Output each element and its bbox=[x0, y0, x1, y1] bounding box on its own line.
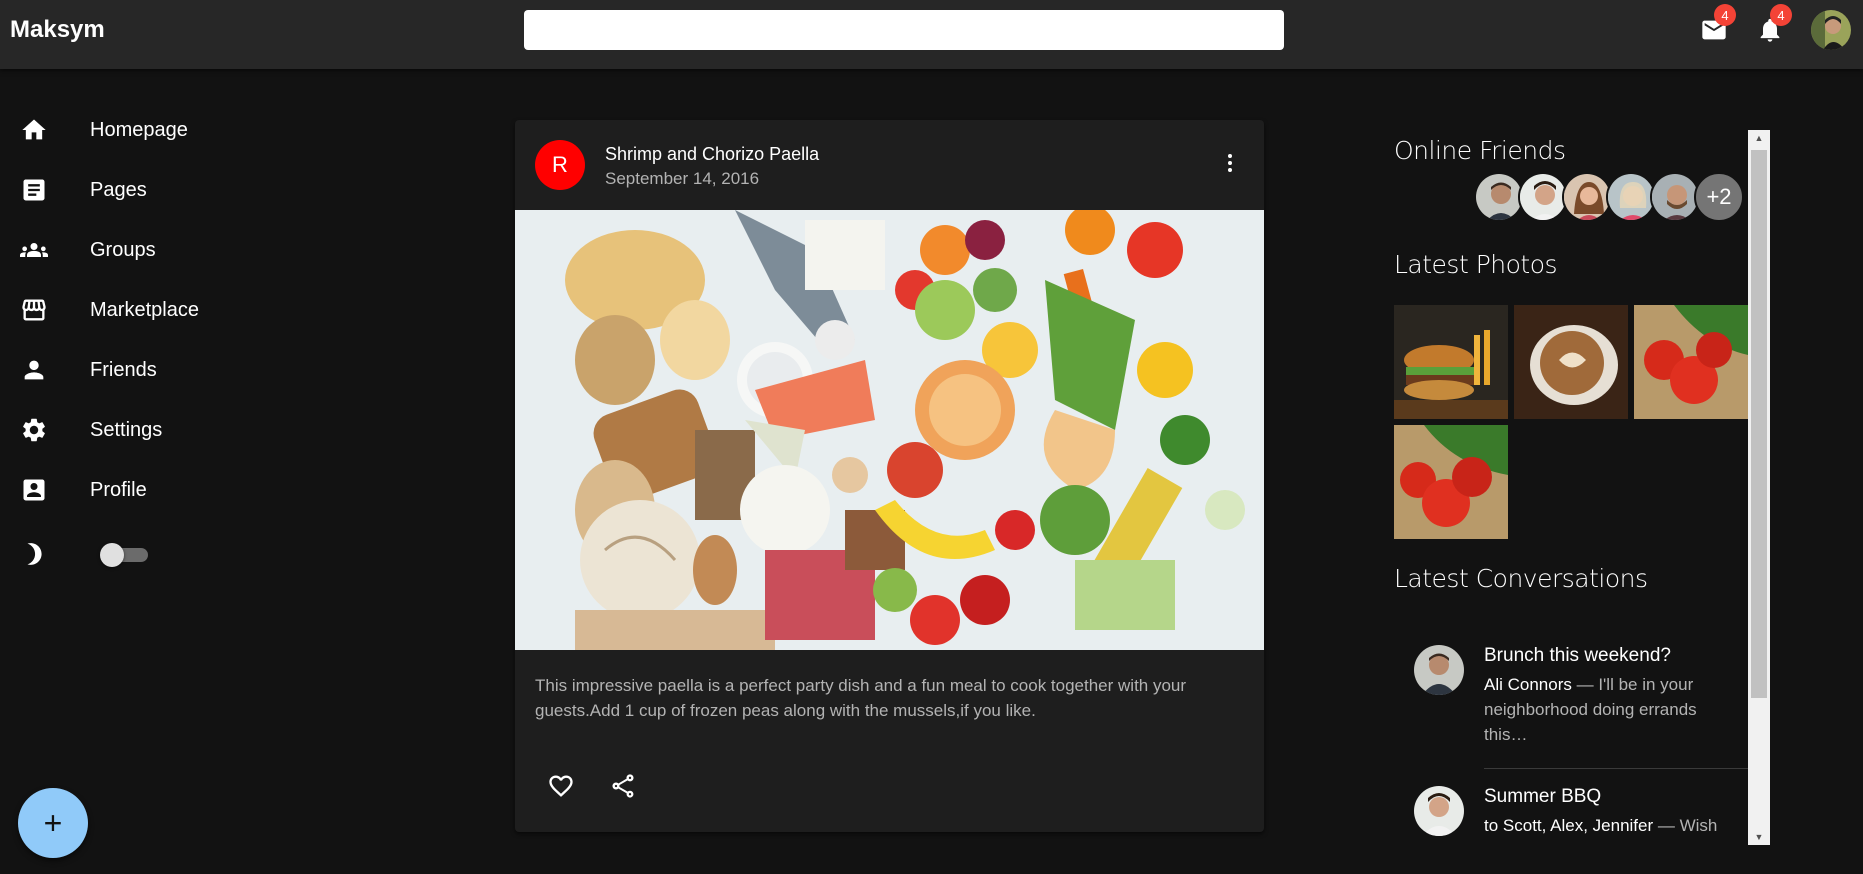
search-input[interactable] bbox=[524, 10, 1284, 50]
online-friends-group: +2 bbox=[1474, 172, 1744, 222]
sidebar-item-label: Friends bbox=[90, 358, 157, 381]
right-panel-scrollbar[interactable]: ▲ ▼ bbox=[1748, 130, 1770, 845]
sidebar-item-label: Homepage bbox=[90, 118, 188, 141]
post-title: Shrimp and Chorizo Paella bbox=[605, 144, 820, 164]
sidebar-item-homepage[interactable]: Homepage bbox=[0, 106, 300, 154]
conversation-preview: to Scott, Alex, Jennifer — Wish bbox=[1484, 813, 1754, 838]
user-avatar-image bbox=[1811, 10, 1851, 50]
person-icon bbox=[20, 356, 48, 384]
online-friends-heading: Online Friends bbox=[1394, 136, 1566, 165]
conversation-title: Summer BBQ bbox=[1484, 786, 1602, 807]
dark-mode-toggle[interactable] bbox=[100, 542, 150, 567]
share-button[interactable] bbox=[603, 766, 643, 806]
conversation-avatar bbox=[1414, 786, 1464, 836]
photo-thumbnail[interactable] bbox=[1514, 305, 1628, 419]
app-bar: Maksym 4 4 bbox=[0, 0, 1863, 69]
sidebar-item-marketplace[interactable]: Marketplace bbox=[0, 286, 300, 334]
favorite-button[interactable] bbox=[541, 766, 581, 806]
conversation-sender: to Scott, Alex, Jennifer bbox=[1484, 816, 1654, 835]
notification-badge: 4 bbox=[1770, 4, 1792, 26]
conversation-preview: Ali Connors — I'll be in your neighborho… bbox=[1484, 672, 1734, 747]
sidebar-item-friends[interactable]: Friends bbox=[0, 346, 300, 394]
post-avatar: R bbox=[535, 140, 585, 190]
sidebar-item-profile[interactable]: Profile bbox=[0, 466, 300, 514]
user-avatar[interactable] bbox=[1811, 10, 1851, 50]
sidebar-item-pages[interactable]: Pages bbox=[0, 166, 300, 214]
conversation-preview-text: — Wish bbox=[1653, 816, 1718, 835]
sidebar-item-label: Marketplace bbox=[90, 298, 199, 321]
post-card: R Shrimp and Chorizo Paella September 14… bbox=[515, 120, 1264, 832]
notifications-button[interactable]: 4 bbox=[1750, 4, 1792, 50]
photo-thumbnail[interactable] bbox=[1634, 305, 1748, 419]
storefront-icon bbox=[20, 296, 48, 324]
heart-icon bbox=[549, 775, 573, 797]
right-panel: Online Friends +2 Latest Photos Latest C… bbox=[1394, 130, 1770, 845]
friend-avatar[interactable] bbox=[1606, 172, 1656, 222]
latest-conversations-heading: Latest Conversations bbox=[1394, 564, 1648, 593]
mail-badge: 4 bbox=[1714, 4, 1736, 26]
more-friends-badge[interactable]: +2 bbox=[1694, 172, 1744, 222]
scroll-up-arrow-icon[interactable]: ▲ bbox=[1748, 130, 1770, 146]
article-icon bbox=[20, 176, 48, 204]
sidebar-item-label: Pages bbox=[90, 178, 147, 201]
conversation-divider bbox=[1484, 768, 1754, 769]
latest-photos-heading: Latest Photos bbox=[1394, 250, 1558, 279]
photo-thumbnail[interactable] bbox=[1394, 425, 1508, 539]
sidebar-item-label: Settings bbox=[90, 418, 163, 441]
conversation-item[interactable]: Summer BBQ to Scott, Alex, Jennifer — Wi… bbox=[1394, 786, 1744, 845]
mail-button[interactable]: 4 bbox=[1694, 4, 1736, 50]
friend-avatar[interactable] bbox=[1650, 172, 1700, 222]
conversation-sender: Ali Connors bbox=[1484, 675, 1572, 694]
sidebar-item-label: Profile bbox=[90, 478, 147, 501]
account-box-icon bbox=[20, 476, 48, 504]
scroll-down-arrow-icon[interactable]: ▼ bbox=[1748, 829, 1770, 845]
toggle-thumb bbox=[100, 543, 124, 567]
friend-avatar[interactable] bbox=[1474, 172, 1524, 222]
food-image bbox=[515, 210, 1264, 650]
photo-thumbnail[interactable] bbox=[1394, 305, 1508, 419]
sidebar-item-settings[interactable]: Settings bbox=[0, 406, 300, 454]
sidebar-item-label: Groups bbox=[90, 238, 156, 261]
add-button[interactable]: + bbox=[18, 788, 88, 858]
dark-mode-row bbox=[0, 530, 300, 578]
conversation-avatar bbox=[1414, 645, 1464, 695]
moon-icon bbox=[20, 540, 48, 568]
post-image bbox=[515, 210, 1264, 650]
app-title[interactable]: Maksym bbox=[10, 16, 105, 44]
groups-icon bbox=[20, 236, 48, 264]
more-options-button[interactable] bbox=[1215, 148, 1245, 178]
more-vert-icon bbox=[1228, 154, 1232, 172]
post-text: This impressive paella is a perfect part… bbox=[535, 676, 1187, 720]
sidebar-item-groups[interactable]: Groups bbox=[0, 226, 300, 274]
gear-icon bbox=[20, 416, 48, 444]
friend-avatar[interactable] bbox=[1562, 172, 1612, 222]
conversation-item[interactable]: Brunch this weekend? Ali Connors — I'll … bbox=[1394, 645, 1744, 755]
share-icon bbox=[612, 774, 634, 798]
scrollbar-thumb[interactable] bbox=[1751, 150, 1767, 698]
home-icon bbox=[20, 116, 48, 144]
friend-avatar[interactable] bbox=[1518, 172, 1568, 222]
conversation-title: Brunch this weekend? bbox=[1484, 645, 1671, 666]
post-date: September 14, 2016 bbox=[605, 169, 760, 188]
